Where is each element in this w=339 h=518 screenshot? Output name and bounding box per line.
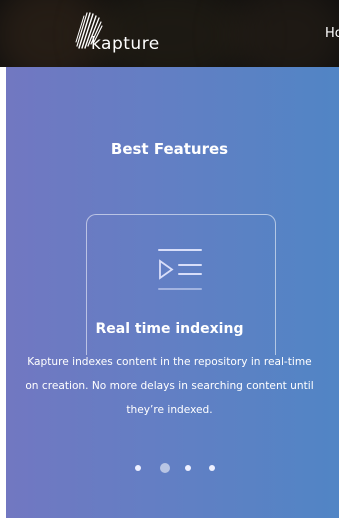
carousel-pagination: [0, 462, 339, 474]
site-header: kapture Ho: [0, 0, 339, 67]
carousel-dot-4[interactable]: [209, 465, 215, 471]
carousel-dot-1[interactable]: [135, 465, 141, 471]
carousel-dot-2[interactable]: [160, 463, 170, 473]
features-section: Best Features Real time indexing Kapture…: [0, 67, 339, 518]
section-edge: [0, 67, 6, 518]
feature-card-title: Real time indexing: [95, 321, 244, 337]
logo-text: kapture: [91, 34, 160, 54]
page: kapture Ho Best Features Real time index…: [0, 0, 339, 518]
header-glow: [230, 0, 339, 67]
feature-card-description: Kapture indexes content in the repositor…: [25, 356, 314, 416]
nav-home-link[interactable]: Ho: [325, 26, 339, 41]
carousel-dot-3[interactable]: [185, 465, 191, 471]
section-title: Best Features: [110, 140, 229, 158]
indexing-list-icon: [158, 249, 202, 290]
kapture-logo-link[interactable]: kapture: [74, 8, 184, 60]
